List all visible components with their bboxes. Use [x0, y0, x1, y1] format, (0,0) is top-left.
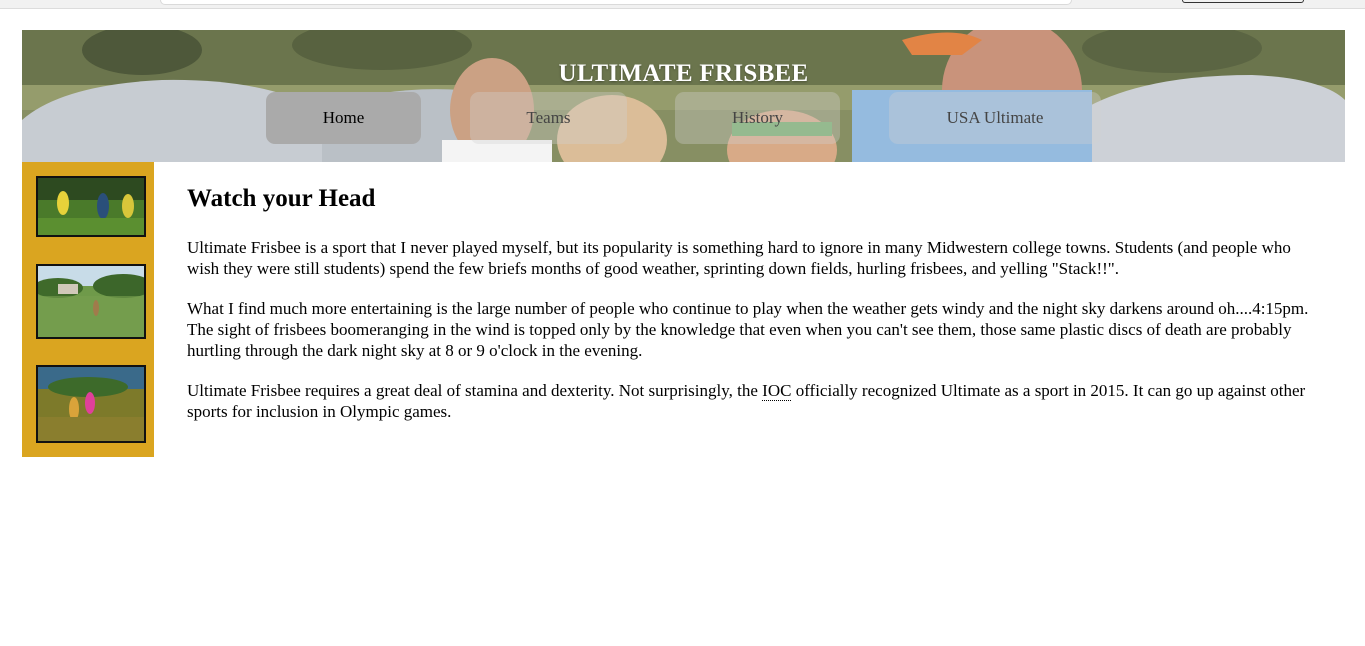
nav-history[interactable]: History: [675, 92, 840, 144]
browser-button[interactable]: [1182, 0, 1304, 3]
thumbnail-game[interactable]: [36, 365, 146, 443]
thumbnail-image: [38, 266, 144, 337]
site-title: ULTIMATE FRISBEE: [558, 60, 809, 87]
nav-home[interactable]: Home: [266, 92, 421, 144]
nav-usa-ultimate[interactable]: USA Ultimate: [889, 92, 1101, 144]
main-content: Watch your Head Ultimate Frisbee is a sp…: [187, 183, 1317, 441]
nav-teams[interactable]: Teams: [470, 92, 627, 144]
thumbnail-field[interactable]: [36, 264, 146, 339]
header-banner: ULTIMATE FRISBEE Home Teams History USA …: [22, 30, 1345, 162]
browser-chrome-strip: [0, 0, 1365, 9]
address-bar[interactable]: [160, 0, 1072, 5]
paragraph-weather: What I find much more entertaining is th…: [187, 299, 1309, 360]
paragraph-ioc-text-start: Ultimate Frisbee requires a great deal o…: [187, 381, 763, 400]
sidebar: [22, 162, 154, 457]
page-heading: Watch your Head: [187, 185, 376, 212]
paragraph-ioc: Ultimate Frisbee requires a great deal o…: [187, 380, 1317, 422]
thumbnail-image: [38, 367, 144, 441]
paragraph-intro: Ultimate Frisbee is a sport that I never…: [187, 238, 1291, 278]
ioc-abbreviation[interactable]: IOC: [762, 381, 792, 401]
thumbnail-players[interactable]: [36, 176, 146, 237]
thumbnail-image: [38, 178, 144, 235]
